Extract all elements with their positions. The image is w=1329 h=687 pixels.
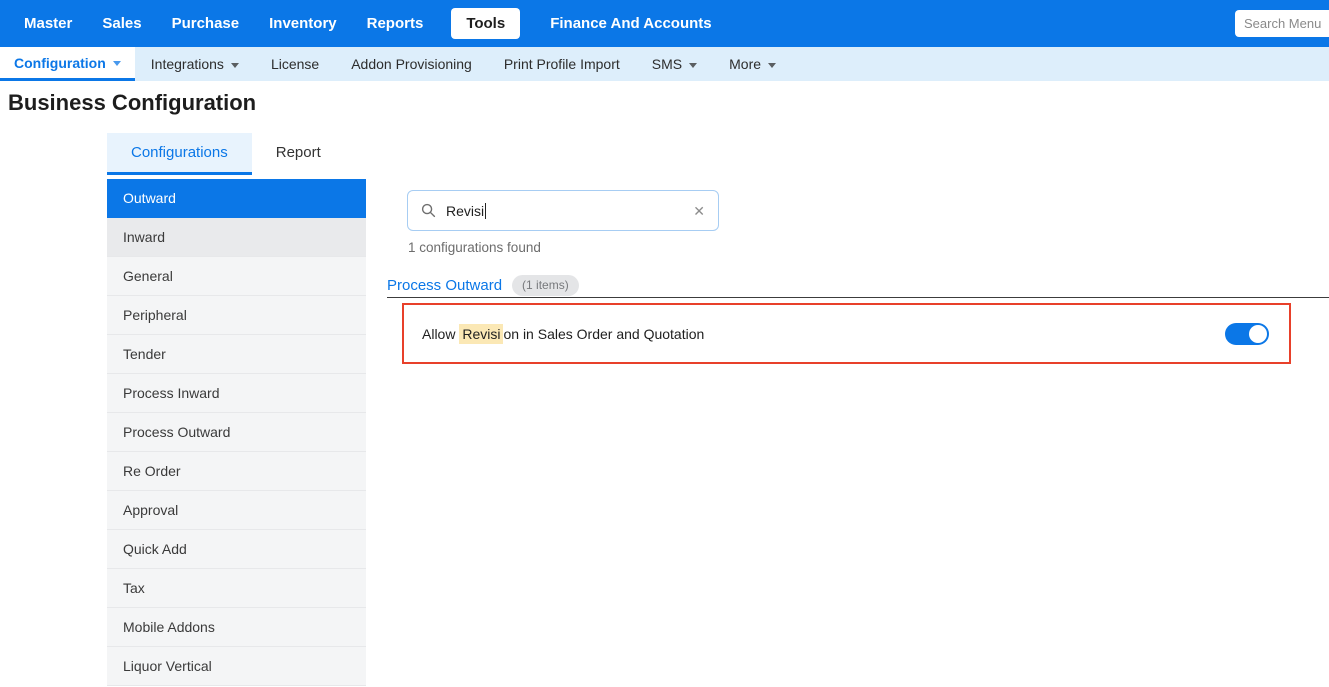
toggle-knob bbox=[1249, 325, 1267, 343]
top-navigation-bar: Master Sales Purchase Inventory Reports … bbox=[0, 0, 1329, 47]
config-label-before: Allow bbox=[422, 326, 459, 342]
config-row-label: Allow Revision in Sales Order and Quotat… bbox=[422, 326, 704, 342]
subnav-addon-provisioning-label: Addon Provisioning bbox=[351, 56, 472, 72]
page-title: Business Configuration bbox=[8, 90, 256, 116]
search-icon bbox=[421, 203, 436, 218]
configuration-category-list: Outward Inward General Peripheral Tender… bbox=[107, 179, 366, 686]
subnav-more[interactable]: More bbox=[713, 47, 792, 81]
nav-reports[interactable]: Reports bbox=[367, 15, 424, 32]
nav-sales[interactable]: Sales bbox=[102, 15, 141, 32]
subnav-addon-provisioning[interactable]: Addon Provisioning bbox=[335, 47, 488, 81]
subnav-print-profile-import[interactable]: Print Profile Import bbox=[488, 47, 636, 81]
sidebar-item-mobile-addons[interactable]: Mobile Addons bbox=[107, 608, 366, 647]
search-input-value: Revisi bbox=[446, 203, 484, 219]
chevron-down-icon bbox=[113, 61, 121, 66]
nav-tools[interactable]: Tools bbox=[451, 8, 520, 39]
sidebar-item-outward[interactable]: Outward bbox=[107, 179, 366, 218]
subnav-license[interactable]: License bbox=[255, 47, 335, 81]
nav-purchase[interactable]: Purchase bbox=[172, 15, 240, 32]
section-header: Process Outward (1 items) bbox=[387, 275, 579, 296]
section-divider bbox=[387, 297, 1329, 298]
sidebar-item-re-order[interactable]: Re Order bbox=[107, 452, 366, 491]
chevron-down-icon bbox=[689, 63, 697, 68]
chevron-down-icon bbox=[768, 63, 776, 68]
section-title-process-outward[interactable]: Process Outward bbox=[387, 277, 502, 294]
sidebar-item-peripheral[interactable]: Peripheral bbox=[107, 296, 366, 335]
tab-report[interactable]: Report bbox=[252, 133, 345, 175]
sidebar-item-process-inward[interactable]: Process Inward bbox=[107, 374, 366, 413]
nav-inventory[interactable]: Inventory bbox=[269, 15, 337, 32]
text-caret bbox=[485, 203, 486, 219]
items-count-badge: (1 items) bbox=[512, 275, 579, 296]
sidebar-item-quick-add[interactable]: Quick Add bbox=[107, 530, 366, 569]
sidebar-item-approval[interactable]: Approval bbox=[107, 491, 366, 530]
subnav-sms[interactable]: SMS bbox=[636, 47, 713, 81]
nav-master[interactable]: Master bbox=[24, 15, 72, 32]
subnav-sms-label: SMS bbox=[652, 56, 682, 72]
sidebar-item-inward[interactable]: Inward bbox=[107, 218, 366, 257]
config-row-allow-revision: Allow Revision in Sales Order and Quotat… bbox=[402, 303, 1291, 364]
sidebar-item-process-outward[interactable]: Process Outward bbox=[107, 413, 366, 452]
config-label-after: on in Sales Order and Quotation bbox=[503, 326, 704, 342]
business-configuration-page: Master Sales Purchase Inventory Reports … bbox=[0, 0, 1329, 687]
allow-revision-toggle[interactable] bbox=[1225, 323, 1269, 345]
subnav-license-label: License bbox=[271, 56, 319, 72]
nav-finance-and-accounts[interactable]: Finance And Accounts bbox=[550, 15, 711, 32]
configuration-search-input[interactable]: Revisi ✕ bbox=[407, 190, 719, 231]
subnav-print-profile-import-label: Print Profile Import bbox=[504, 56, 620, 72]
subnav-configuration[interactable]: Configuration bbox=[0, 47, 135, 81]
subnav-integrations-label: Integrations bbox=[151, 56, 224, 72]
sidebar-item-tax[interactable]: Tax bbox=[107, 569, 366, 608]
subnav-more-label: More bbox=[729, 56, 761, 72]
results-count-text: 1 configurations found bbox=[408, 240, 541, 255]
subnav-configuration-label: Configuration bbox=[14, 55, 106, 71]
search-term-highlight: Revisi bbox=[459, 324, 503, 344]
tab-configurations[interactable]: Configurations bbox=[107, 133, 252, 175]
tools-sub-navigation: Configuration Integrations License Addon… bbox=[0, 47, 1329, 81]
subnav-integrations[interactable]: Integrations bbox=[135, 47, 255, 81]
clear-search-icon[interactable]: ✕ bbox=[693, 204, 705, 218]
menu-search-input[interactable] bbox=[1235, 10, 1329, 37]
sidebar-item-general[interactable]: General bbox=[107, 257, 366, 296]
content-tabs: Configurations Report bbox=[107, 133, 345, 175]
sidebar-item-liquor-vertical[interactable]: Liquor Vertical bbox=[107, 647, 366, 686]
sidebar-item-tender[interactable]: Tender bbox=[107, 335, 366, 374]
chevron-down-icon bbox=[231, 63, 239, 68]
